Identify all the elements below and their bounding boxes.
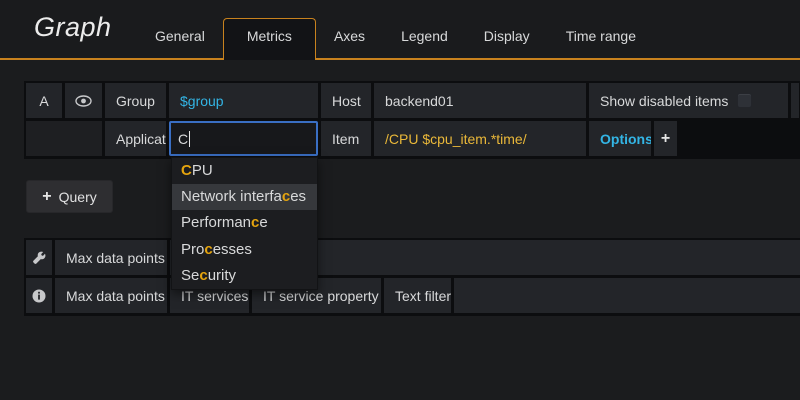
tab-time-range[interactable]: Time range bbox=[548, 18, 654, 60]
eye-toggle[interactable] bbox=[65, 83, 102, 118]
spacer-cell bbox=[26, 121, 102, 156]
add-function-button[interactable]: + bbox=[654, 121, 677, 156]
query-row-a: A Group $group Host backend01 Show disab… bbox=[26, 83, 799, 118]
max-data-points-label: Max data points bbox=[55, 278, 167, 313]
match-highlight: C bbox=[181, 162, 192, 179]
max-data-points-label: Max data points bbox=[55, 240, 167, 275]
dropdown-item-processes[interactable]: Processes bbox=[172, 237, 317, 263]
plus-icon: + bbox=[42, 188, 51, 206]
tab-legend[interactable]: Legend bbox=[383, 18, 466, 60]
text-filter-cell[interactable]: Text filter bbox=[384, 278, 451, 313]
info-icon bbox=[32, 289, 46, 303]
application-input[interactable]: C bbox=[169, 121, 318, 156]
query-letter[interactable]: A bbox=[26, 83, 62, 118]
page-title: Graph bbox=[34, 12, 112, 43]
host-label: Host bbox=[321, 83, 371, 118]
wrench-icon bbox=[32, 251, 46, 265]
plus-icon: + bbox=[661, 130, 670, 148]
match-highlight: c bbox=[282, 188, 290, 205]
item-label: Item bbox=[321, 121, 371, 156]
application-label: Application bbox=[105, 121, 166, 156]
add-query-button[interactable]: + Query bbox=[26, 180, 113, 213]
options-row-empty-cell bbox=[454, 278, 800, 313]
item-value[interactable]: /CPU $cpu_item.*time/ bbox=[374, 121, 586, 156]
tab-axes[interactable]: Axes bbox=[316, 18, 383, 60]
wrench-cell[interactable] bbox=[26, 240, 52, 275]
eye-icon bbox=[75, 95, 92, 107]
dropdown-item-network-interfaces[interactable]: Network interfaces bbox=[172, 184, 317, 210]
graph-editor-panel: Graph General Metrics Axes Legend Displa… bbox=[0, 0, 800, 400]
info-cell[interactable] bbox=[26, 278, 52, 313]
row-edge-cell bbox=[791, 83, 799, 118]
application-typeahead-dropdown: CPU Network interfaces Performance Proce… bbox=[171, 157, 318, 290]
editor-header: Graph General Metrics Axes Legend Displa… bbox=[0, 0, 800, 60]
host-value[interactable]: backend01 bbox=[374, 83, 586, 118]
show-disabled-items-label: Show disabled items bbox=[600, 93, 728, 109]
options-row-wrench: Max data points bbox=[26, 240, 800, 275]
tab-general[interactable]: General bbox=[137, 18, 223, 60]
dropdown-item-security[interactable]: Security bbox=[172, 263, 317, 289]
group-label: Group bbox=[105, 83, 166, 118]
match-highlight: c bbox=[199, 267, 207, 284]
show-disabled-items-checkbox[interactable] bbox=[737, 93, 752, 108]
options-row-info: Max data points IT services IT service p… bbox=[26, 278, 800, 313]
application-input-value: C bbox=[178, 131, 188, 147]
group-value[interactable]: $group bbox=[169, 83, 318, 118]
text-caret bbox=[189, 131, 190, 147]
show-disabled-items-cell: Show disabled items bbox=[589, 83, 788, 118]
tab-bar: General Metrics Axes Legend Display Time… bbox=[137, 18, 654, 60]
options-button[interactable]: Options bbox=[589, 121, 651, 156]
dropdown-item-performance[interactable]: Performance bbox=[172, 210, 317, 236]
dropdown-item-cpu[interactable]: CPU bbox=[172, 158, 317, 184]
query-row-filters: Application C Item /CPU $cpu_item.*time/… bbox=[26, 121, 677, 156]
add-query-button-label: Query bbox=[59, 189, 97, 205]
match-highlight: c bbox=[204, 241, 212, 258]
tab-metrics[interactable]: Metrics bbox=[223, 18, 316, 60]
tab-display[interactable]: Display bbox=[466, 18, 548, 60]
